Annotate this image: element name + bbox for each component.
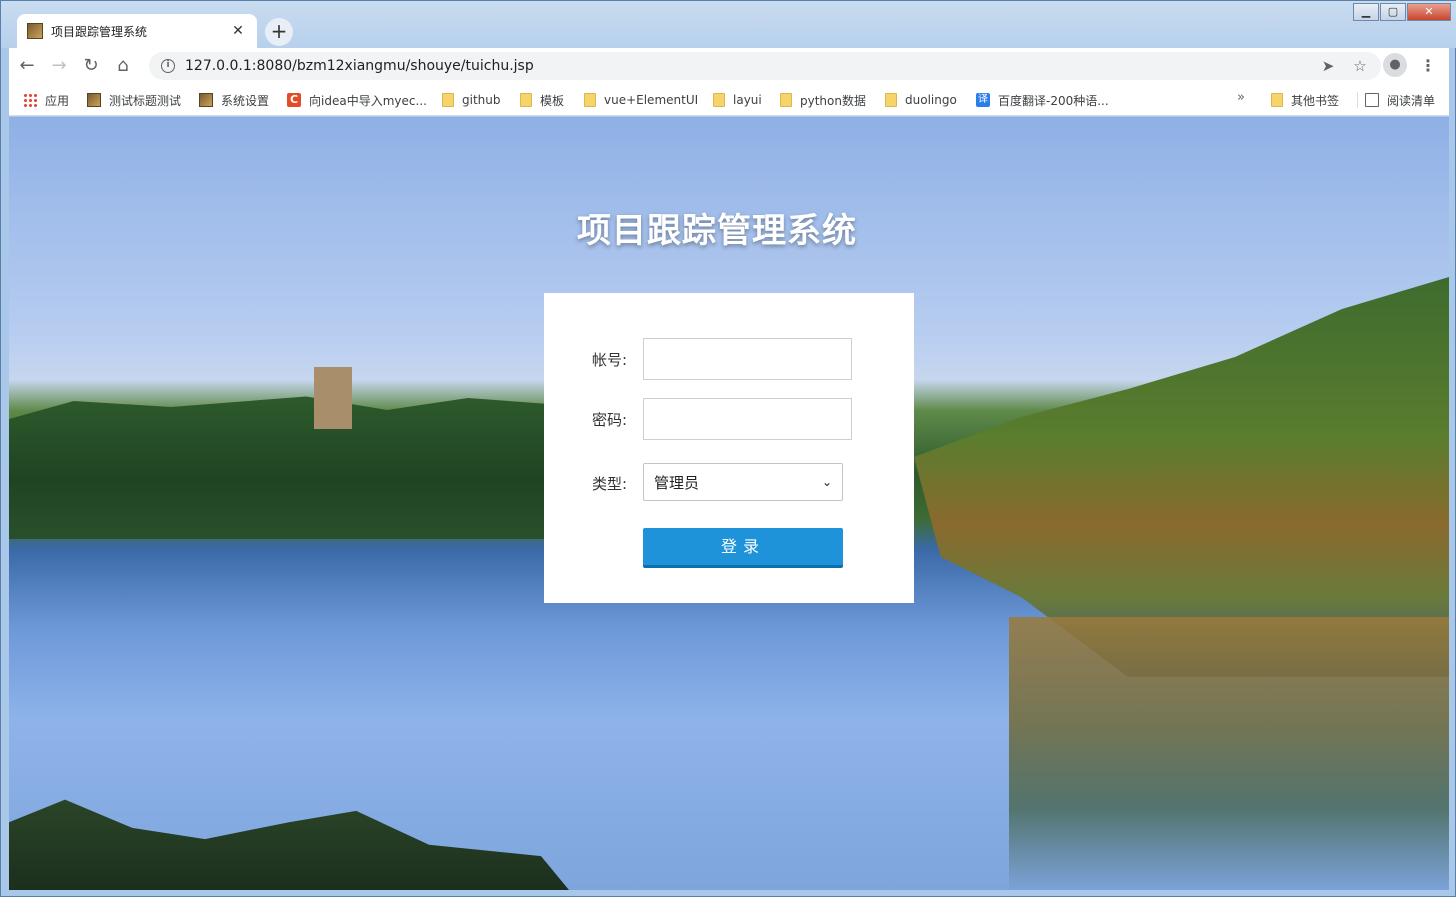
site-info-icon[interactable]: i [161,59,175,73]
tab-favicon-icon [27,23,43,39]
login-form: 帐号: 密码: 类型: 管理员 ⌄ 登录 [544,293,914,603]
folder-icon [442,93,454,107]
c-icon: C [287,93,301,107]
account-row: 帐号: [544,338,914,380]
minimize-button[interactable]: ▁ [1353,3,1379,21]
bookmark-label: vue+ElementUI [604,93,699,107]
tab-title: 项目跟踪管理系统 [51,24,148,39]
bookmark-test-title[interactable]: 测试标题测试 [87,90,181,110]
home-button[interactable]: ⌂ [109,52,137,80]
bookmarks-divider [1357,92,1358,108]
bookmark-idea-import[interactable]: C 向idea中导入myec... [287,90,427,110]
bookmark-label: duolingo [905,93,957,107]
window-controls: ▁ ▢ ✕ [1352,3,1451,21]
maximize-button[interactable]: ▢ [1380,3,1406,21]
bookmark-label: 百度翻译-200种语... [998,93,1109,108]
reading-list[interactable]: 阅读清单 [1365,90,1435,110]
folder-icon [713,93,725,107]
bookmark-star-icon[interactable]: ☆ [1347,57,1373,75]
new-tab-button[interactable]: + [265,18,293,46]
background-forest-left [9,396,549,539]
forward-button[interactable]: → [45,52,73,80]
folder-icon [584,93,596,107]
background-rocks [9,799,569,890]
password-input[interactable] [643,398,852,440]
address-bar[interactable]: i 127.0.0.1:8080/bzm12xiangmu/shouye/tui… [149,52,1381,80]
login-button[interactable]: 登录 [643,528,843,568]
bookmark-github[interactable]: github [442,90,500,110]
bookmarks-bar: 应用 测试标题测试 系统设置 C 向idea中导入myec... github … [9,84,1449,116]
browser-toolbar: ← → ↻ ⌂ i 127.0.0.1:8080/bzm12xiangmu/sh… [9,48,1449,84]
folder-icon [780,93,792,107]
background-castle [314,367,352,429]
bookmark-system-settings[interactable]: 系统设置 [199,90,269,110]
type-label: 类型: [592,475,628,493]
reload-button[interactable]: ↻ [77,52,105,80]
tab-close-icon[interactable]: ✕ [229,22,247,40]
bookmark-baidu-translate[interactable]: 译 百度翻译-200种语... [976,90,1109,110]
bookmark-label: 向idea中导入myec... [309,93,427,108]
url-text[interactable]: 127.0.0.1:8080/bzm12xiangmu/shouye/tuich… [185,58,534,74]
type-row: 类型: 管理员 ⌄ [544,463,914,505]
bookmark-label: 应用 [45,93,70,108]
bookmark-label: 系统设置 [221,93,270,108]
bookmark-python-data[interactable]: python数据 [780,90,866,110]
bookmark-label: python数据 [800,93,866,108]
image-icon [87,93,101,107]
bookmark-label: github [462,93,501,107]
chevron-down-icon: ⌄ [821,475,832,489]
folder-icon [520,93,532,107]
omnibox-actions: ➤ ☆ [1309,52,1373,80]
close-window-button[interactable]: ✕ [1407,3,1451,21]
image-icon [199,93,213,107]
folder-icon [885,93,897,107]
background-water-reflection [1009,617,1449,890]
page-title: 项目跟踪管理系统 [577,211,857,251]
bookmark-layui[interactable]: layui [713,90,762,110]
user-type-select[interactable]: 管理员 ⌄ [643,463,843,501]
browser-tab[interactable]: 项目跟踪管理系统 ✕ [17,14,257,48]
bookmark-label: 其他书签 [1291,93,1340,108]
bookmark-duolingo[interactable]: duolingo [885,90,957,110]
profile-avatar-icon[interactable]: ● [1383,53,1407,77]
account-input[interactable] [643,338,852,380]
back-button[interactable]: ← [13,52,41,80]
bookmark-templates[interactable]: 模板 [520,90,564,110]
bookmark-apps[interactable]: 应用 [23,90,69,110]
account-label: 帐号: [592,351,628,369]
translate-icon: 译 [976,93,990,107]
folder-icon [1271,93,1283,107]
bookmark-vue-elementui[interactable]: vue+ElementUI [584,90,698,110]
password-row: 密码: [544,398,914,440]
title-bar: 项目跟踪管理系统 ✕ + ▁ ▢ ✕ [1,1,1456,48]
send-to-devices-icon[interactable]: ➤ [1315,57,1341,75]
bookmark-other[interactable]: 其他书签 [1271,90,1339,110]
page-viewport: 项目跟踪管理系统 帐号: 密码: 类型: 管理员 ⌄ 登录 [9,117,1449,890]
apps-icon [23,93,37,107]
password-label: 密码: [592,411,628,429]
bookmark-label: 测试标题测试 [109,93,182,108]
browser-menu-icon[interactable]: ⋮ [1419,52,1437,80]
reading-list-icon [1365,93,1379,107]
bookmarks-overflow-icon[interactable]: » [1237,90,1245,105]
user-type-selected: 管理员 [654,473,700,492]
bookmark-label: 阅读清单 [1387,93,1436,108]
browser-window: 项目跟踪管理系统 ✕ + ▁ ▢ ✕ ← → ↻ ⌂ i 127.0.0.1:8… [0,0,1456,897]
bookmark-label: 模板 [540,93,565,108]
bookmark-label: layui [733,93,762,107]
